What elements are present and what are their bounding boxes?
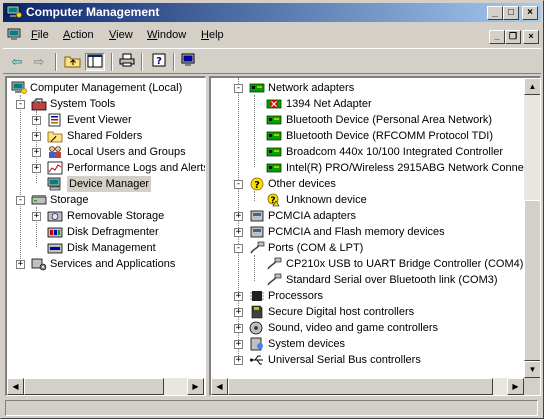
maximize-button[interactable]: □ — [503, 6, 519, 20]
collapse-expander[interactable]: - — [234, 84, 243, 93]
device-list-pane: - Network adapters 1394 Net Adapter Blue… — [209, 76, 541, 396]
network-card-icon — [266, 115, 282, 125]
expand-expander[interactable]: + — [234, 228, 243, 237]
minimize-button[interactable]: _ — [487, 6, 503, 20]
expand-expander[interactable]: + — [32, 116, 41, 125]
port-icon — [267, 273, 282, 286]
help-icon[interactable]: ? — [149, 53, 169, 71]
menu-help[interactable]: Help — [201, 29, 224, 41]
menu-file[interactable]: File — [31, 29, 49, 41]
processor-icon — [250, 291, 264, 301]
expand-expander[interactable]: + — [32, 148, 41, 157]
menu-action[interactable]: Action — [63, 29, 94, 41]
right-vertical-scrollbar[interactable]: ▲ ▼ — [524, 78, 540, 378]
expand-expander[interactable]: + — [16, 260, 25, 269]
usb-icon — [250, 355, 263, 365]
collapse-expander[interactable]: - — [16, 196, 25, 205]
console-tree-pane: Computer Management (Local) - System Too… — [5, 76, 206, 396]
show-hide-tree-icon[interactable] — [85, 53, 105, 71]
left-horizontal-scrollbar[interactable]: ◀ ▶ — [7, 378, 204, 395]
scrollbar-corner — [524, 378, 540, 395]
status-bar — [3, 399, 541, 417]
scroll-thumb[interactable] — [24, 378, 164, 395]
expand-expander[interactable]: + — [234, 324, 243, 333]
event-viewer-icon — [48, 113, 61, 127]
scroll-left-button[interactable]: ◀ — [211, 378, 228, 395]
menu-bar: File Action View Window Help _ ❐ × — [3, 25, 541, 46]
properties-icon[interactable] — [179, 53, 199, 71]
title-bar[interactable]: Computer Management _ □ × — [3, 3, 541, 22]
computer-management-window: Computer Management _ □ × File Action Vi… — [0, 0, 544, 419]
menu-view[interactable]: View — [109, 29, 133, 41]
scroll-up-button[interactable]: ▲ — [524, 78, 540, 95]
sound-icon — [249, 321, 263, 335]
device-manager-icon — [47, 177, 61, 191]
svg-text:?: ? — [156, 56, 162, 67]
network-adapter-icon — [249, 83, 265, 93]
computer-management-icon — [11, 81, 27, 94]
storage-icon — [31, 195, 47, 205]
network-card-disabled-icon — [266, 99, 282, 109]
expand-expander[interactable]: + — [234, 340, 243, 349]
removable-storage-icon — [47, 211, 63, 222]
status-panel — [5, 400, 538, 416]
expand-expander[interactable]: + — [234, 212, 243, 221]
scroll-right-button[interactable]: ▶ — [187, 378, 204, 395]
forward-arrow-icon[interactable]: ⇨ — [29, 53, 49, 71]
users-icon — [49, 146, 61, 158]
collapse-expander[interactable]: - — [234, 244, 243, 253]
services-icon — [31, 258, 47, 271]
expand-expander[interactable]: + — [234, 308, 243, 317]
svg-text:?: ? — [254, 180, 260, 191]
back-arrow-icon[interactable]: ⇦ — [7, 53, 27, 71]
scroll-left-button[interactable]: ◀ — [7, 378, 24, 395]
pcmcia-icon — [250, 210, 264, 222]
scroll-thumb[interactable] — [228, 378, 493, 395]
collapse-expander[interactable]: - — [16, 100, 25, 109]
child-minimize-button[interactable]: _ — [489, 30, 505, 44]
close-button[interactable]: × — [522, 6, 538, 20]
system-device-icon — [250, 337, 263, 351]
performance-icon — [47, 161, 63, 175]
child-close-button[interactable]: × — [523, 30, 539, 44]
unknown-device-warning-icon: ? — [267, 193, 280, 207]
up-folder-icon[interactable] — [63, 53, 83, 71]
port-icon — [250, 241, 265, 254]
network-card-icon — [266, 163, 282, 173]
collapse-expander[interactable]: - — [234, 180, 243, 189]
child-restore-button[interactable]: ❐ — [505, 30, 521, 44]
expand-expander[interactable]: + — [32, 132, 41, 141]
toolbox-icon — [31, 98, 47, 111]
expand-expander[interactable]: + — [234, 292, 243, 301]
computer-management-app-icon — [6, 5, 22, 18]
sd-controller-icon — [251, 305, 263, 319]
expand-expander[interactable]: + — [32, 212, 41, 221]
scroll-down-button[interactable]: ▼ — [524, 361, 540, 378]
scroll-right-button[interactable]: ▶ — [507, 378, 524, 395]
pcmcia-icon — [250, 226, 264, 238]
network-card-icon — [266, 147, 282, 157]
menu-window[interactable]: Window — [147, 29, 186, 41]
console-document-icon[interactable] — [7, 28, 23, 42]
defragmenter-icon — [47, 227, 63, 238]
expand-expander[interactable]: + — [32, 164, 41, 173]
print-icon[interactable] — [117, 53, 137, 71]
shared-folder-icon — [47, 131, 63, 143]
scroll-thumb[interactable] — [524, 200, 540, 361]
disk-management-icon — [47, 243, 63, 254]
toolbar: ⇦ ⇨ ? — [3, 48, 541, 74]
unknown-device-icon: ? — [250, 177, 264, 191]
right-horizontal-scrollbar[interactable]: ◀ ▶ — [211, 378, 524, 395]
expand-expander[interactable]: + — [234, 356, 243, 365]
window-title: Computer Management — [26, 5, 160, 19]
port-icon — [267, 257, 282, 270]
network-card-icon — [266, 131, 282, 141]
